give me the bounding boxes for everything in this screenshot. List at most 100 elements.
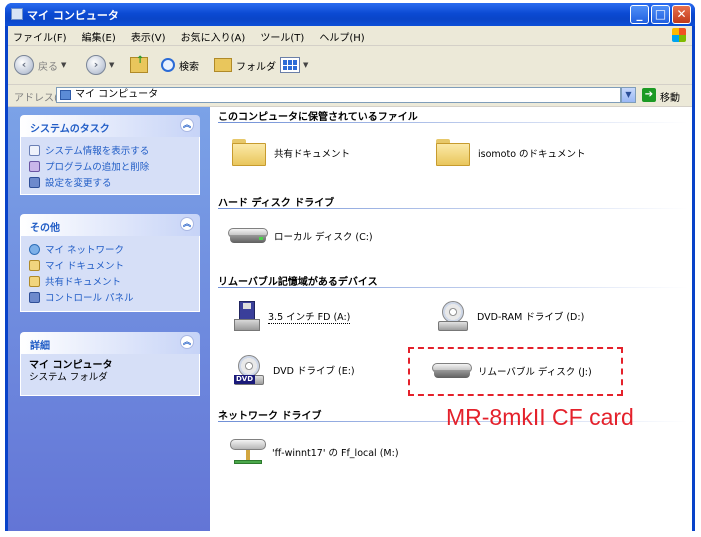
menu-help[interactable]: ヘルプ(H) [314, 26, 369, 44]
content-pane: このコンピュータに保管されているファイル 共有ドキュメント isomoto のド… [210, 107, 692, 531]
forward-button[interactable]: › ▼ [86, 54, 114, 76]
network-drive-m[interactable]: 'ff-winnt17' の Ff_local (M:) [230, 437, 399, 467]
section-removable-title: リムーバブル記憶域があるデバイス [218, 277, 378, 288]
other-places-body: マイ ネットワーク マイ ドキュメント 共有ドキュメント コントロール パネル [20, 236, 200, 312]
collapse-icon[interactable]: ︽ [180, 217, 194, 231]
collapse-icon[interactable]: ︽ [180, 335, 194, 349]
user-documents-label: isomoto のドキュメント [478, 148, 586, 160]
other-my-network[interactable]: マイ ネットワーク [29, 242, 191, 256]
network-drive-label: 'ff-winnt17' の Ff_local (M:) [272, 448, 399, 459]
collapse-icon[interactable]: ︽ [180, 118, 194, 132]
other-places-title: その他 [30, 223, 60, 234]
other-label: コントロール パネル [45, 293, 134, 304]
section-files-title: このコンピュータに保管されているファイル [218, 112, 418, 123]
shared-documents-label: 共有ドキュメント [274, 148, 351, 160]
close-button[interactable]: ✕ [672, 5, 691, 24]
other-shared-documents[interactable]: 共有ドキュメント [29, 274, 191, 288]
back-arrow-icon: ‹ [14, 55, 34, 75]
other-places-header[interactable]: その他 ︽ [20, 214, 200, 236]
other-my-documents[interactable]: マイ ドキュメント [29, 258, 191, 272]
search-button[interactable]: 検索 [161, 54, 199, 76]
cd-drive-icon [438, 301, 468, 331]
views-button[interactable]: ▼ [280, 54, 308, 76]
search-label: 検索 [179, 61, 199, 73]
back-label: 戻る [38, 61, 58, 73]
address-dropdown-button[interactable]: ▼ [621, 87, 636, 103]
system-tasks-panel: システムのタスク ︽ システム情報を表示する プログラムの追加と削除 設定を変更… [20, 115, 200, 195]
maximize-button[interactable]: □ [651, 5, 670, 24]
screenshot-frame: マイ コンピュータ _ □ ✕ ファイル(F) 編集(E) 表示(V) お気に入… [0, 0, 701, 537]
views-icon [280, 57, 300, 73]
dvd-ram-drive-d[interactable]: DVD-RAM ドライブ (D:) [438, 301, 584, 331]
floppy-drive-a[interactable]: 3.5 インチ FD (A:) [234, 301, 351, 331]
local-disk-c[interactable]: ローカル ディスク (C:) [228, 228, 373, 244]
details-panel: 詳細 ︽ マイ コンピュータ システム フォルダ [20, 332, 200, 396]
explorer-window: マイ コンピュータ _ □ ✕ ファイル(F) 編集(E) 表示(V) お気に入… [5, 3, 695, 531]
programs-icon [29, 160, 40, 172]
floppy-label: 3.5 インチ FD (A:) [268, 309, 351, 324]
chevron-down-icon: ▼ [61, 61, 67, 69]
floppy-drive-icon [234, 301, 260, 331]
menu-edit[interactable]: 編集(E) [77, 26, 121, 44]
chevron-down-icon: ▼ [303, 61, 309, 69]
section-network-title: ネットワーク ドライブ [218, 411, 322, 422]
details-body: マイ コンピュータ システム フォルダ [20, 354, 200, 396]
folder-icon [214, 58, 232, 72]
task-label: プログラムの追加と削除 [45, 162, 150, 173]
section-divider [218, 287, 688, 288]
task-add-remove-programs[interactable]: プログラムの追加と削除 [29, 159, 191, 173]
task-view-system-info[interactable]: システム情報を表示する [29, 143, 191, 157]
folders-button[interactable]: フォルダ [214, 54, 276, 76]
computer-icon [60, 90, 71, 100]
user-documents-folder[interactable]: isomoto のドキュメント [436, 139, 586, 166]
task-label: 設定を変更する [45, 178, 112, 189]
windows-logo-icon [672, 28, 686, 42]
other-control-panel[interactable]: コントロール パネル [29, 290, 191, 304]
address-bar: アドレス(D) マイ コンピュータ ▼ ➔ 移動 [8, 85, 692, 107]
go-button[interactable]: 移動 [660, 89, 680, 104]
network-drive-icon [230, 437, 266, 467]
other-label: 共有ドキュメント [45, 277, 122, 288]
section-divider [218, 208, 688, 209]
folder-up-icon: ↑ [130, 55, 148, 73]
title-bar[interactable]: マイ コンピュータ _ □ ✕ [5, 3, 695, 26]
details-header[interactable]: 詳細 ︽ [20, 332, 200, 354]
section-hdd-title: ハード ディスク ドライブ [218, 198, 335, 209]
shared-documents-folder[interactable]: 共有ドキュメント [232, 139, 350, 166]
details-item-name: マイ コンピュータ [29, 360, 113, 371]
address-input[interactable]: マイ コンピュータ [56, 87, 621, 103]
folder-icon [436, 139, 470, 166]
back-button[interactable]: ‹ 戻る ▼ [14, 54, 66, 76]
dvd-drive-icon: DVD [234, 355, 264, 385]
other-places-panel: その他 ︽ マイ ネットワーク マイ ドキュメント 共有ドキュメント コントロー… [20, 214, 200, 312]
details-title: 詳細 [30, 341, 50, 352]
menu-file[interactable]: ファイル(F) [8, 26, 72, 44]
task-pane: システムのタスク ︽ システム情報を表示する プログラムの追加と削除 設定を変更… [8, 107, 210, 531]
folders-label: フォルダ [236, 61, 276, 73]
address-value: マイ コンピュータ [75, 89, 159, 100]
menu-favorites[interactable]: お気に入り(A) [176, 26, 251, 44]
folder-icon [232, 139, 266, 166]
network-icon [29, 243, 40, 255]
go-arrow-icon[interactable]: ➔ [642, 88, 656, 102]
dvd-drive-e[interactable]: DVD DVD ドライブ (E:) [234, 355, 355, 385]
system-tasks-header[interactable]: システムのタスク ︽ [20, 115, 200, 137]
toolbar: ‹ 戻る ▼ › ▼ ↑ 検索 フォルダ ▼ [8, 46, 692, 85]
local-disk-label: ローカル ディスク (C:) [274, 232, 373, 243]
other-label: マイ ネットワーク [45, 245, 125, 256]
documents-folder-icon [29, 259, 40, 271]
menu-bar: ファイル(F) 編集(E) 表示(V) お気に入り(A) ツール(T) ヘルプ(… [8, 26, 692, 46]
minimize-button[interactable]: _ [630, 5, 649, 24]
dvd-label: DVD ドライブ (E:) [273, 366, 355, 377]
section-divider [218, 122, 688, 123]
system-tasks-body: システム情報を表示する プログラムの追加と削除 設定を変更する [20, 137, 200, 195]
shared-folder-icon [29, 275, 40, 287]
chevron-down-icon: ▼ [109, 61, 115, 69]
control-panel-icon [29, 291, 40, 303]
up-folder-button[interactable]: ↑ [130, 54, 148, 76]
task-change-settings[interactable]: 設定を変更する [29, 175, 191, 189]
menu-tools[interactable]: ツール(T) [255, 26, 309, 44]
menu-view[interactable]: 表示(V) [126, 26, 171, 44]
system-tasks-title: システムのタスク [30, 124, 110, 135]
window-title: マイ コンピュータ [27, 9, 119, 22]
